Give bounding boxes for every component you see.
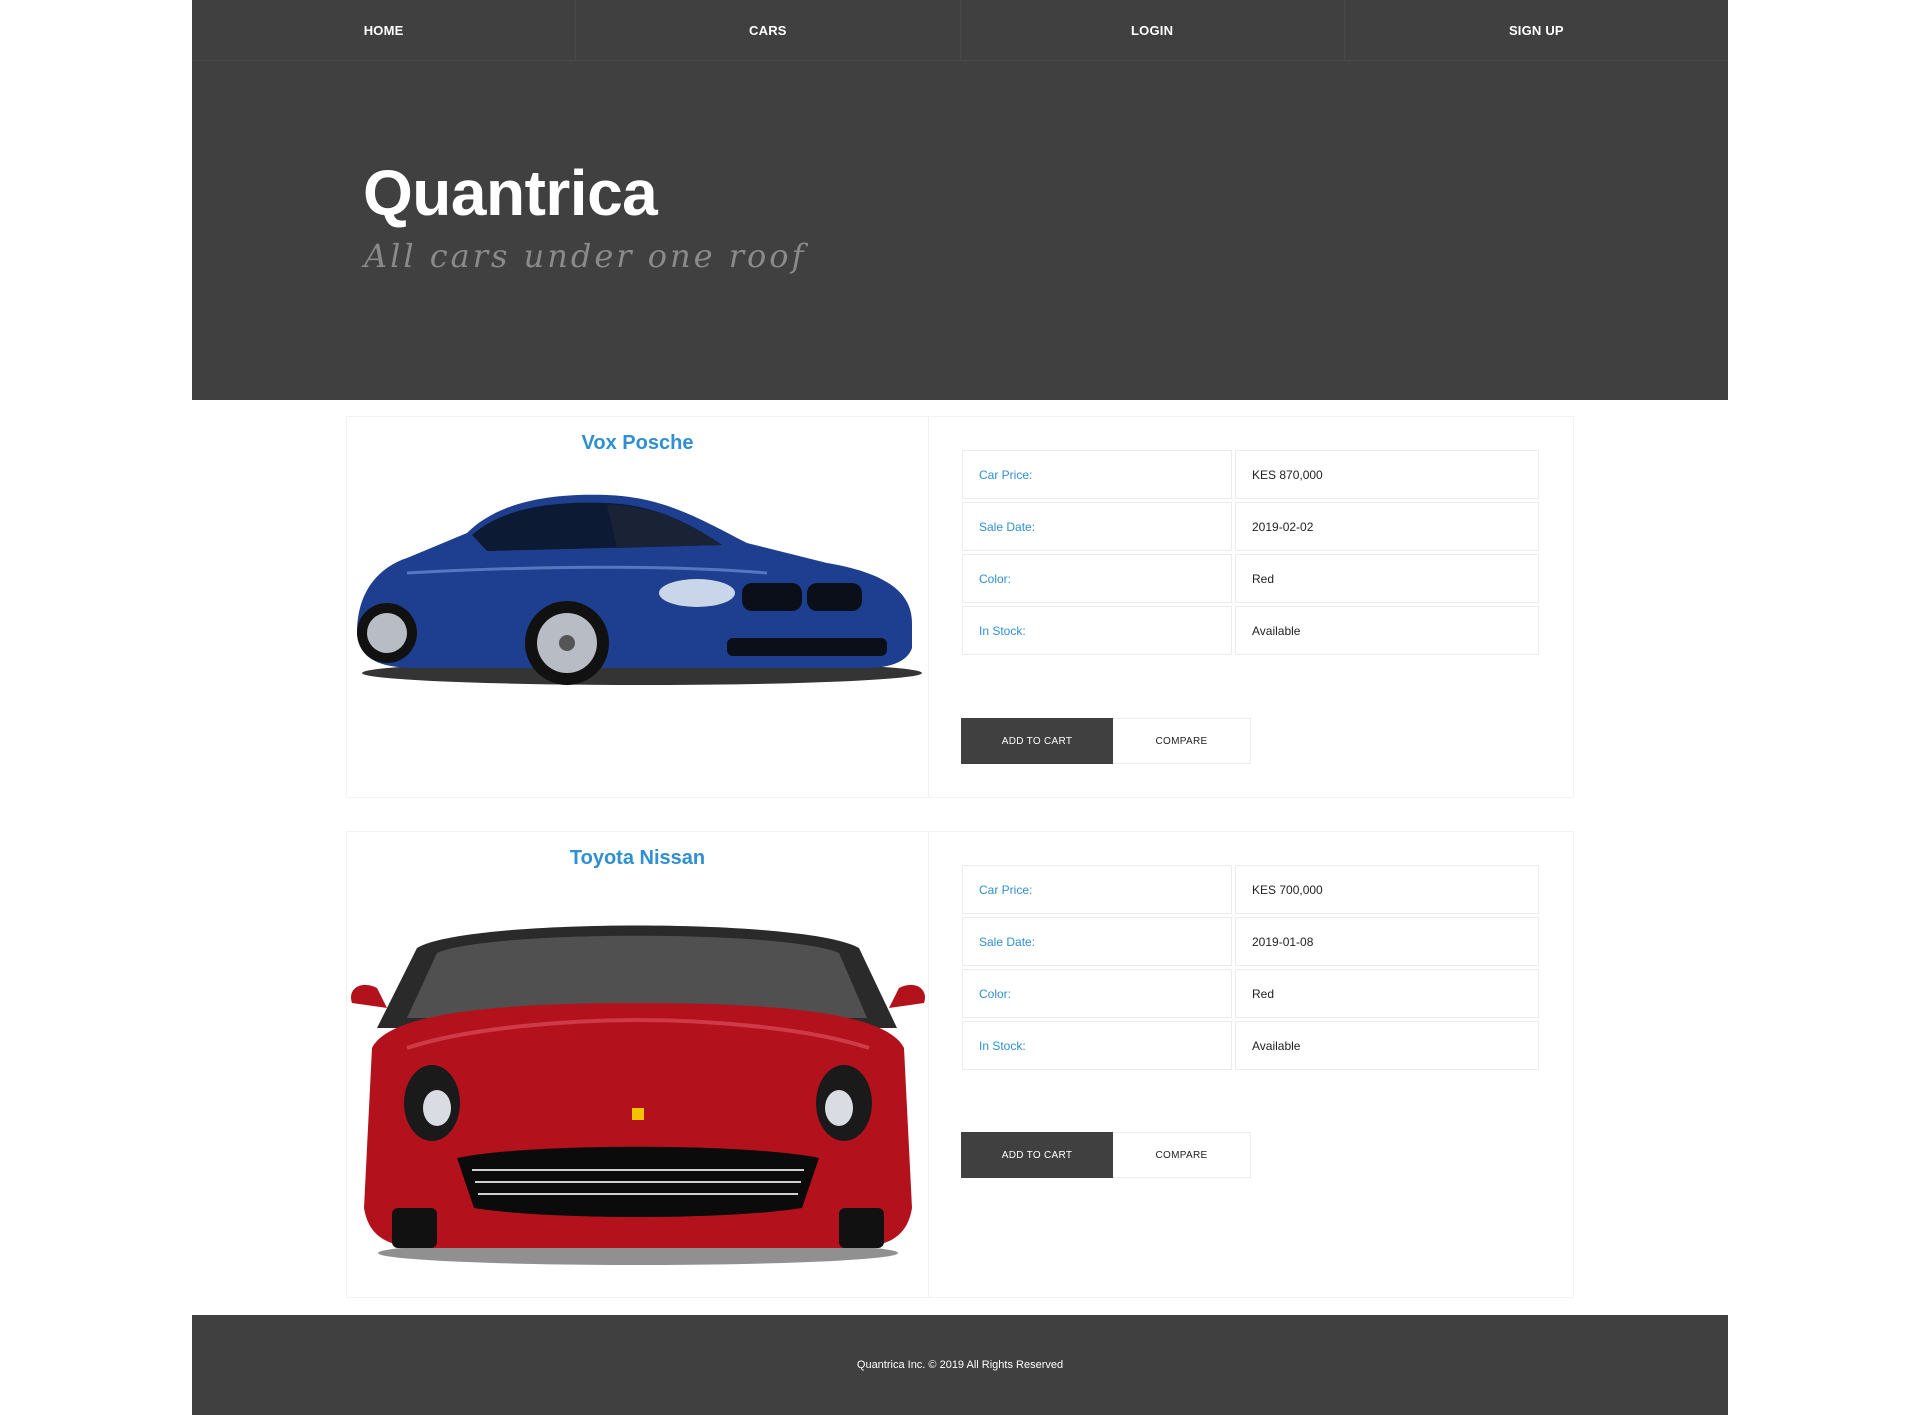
spec-row: Sale Date: 2019-02-02 (962, 502, 1539, 551)
car-card: Toyota Nissan Car Price: KES 700,000 Sal… (346, 831, 1574, 1298)
top-nav: HOME CARS LOGIN SIGN UP (192, 0, 1728, 61)
car-card: Vox Posche Car Price: KES 870,000 Sale D… (346, 416, 1574, 798)
car-details-panel: Car Price: KES 870,000 Sale Date: 2019-0… (929, 417, 1573, 797)
red-convertible-image (351, 925, 925, 1265)
car-image-panel: Vox Posche (347, 417, 929, 797)
spec-label: Color: (962, 969, 1232, 1018)
spec-value: 2019-02-02 (1235, 502, 1539, 551)
spec-table: Car Price: KES 700,000 Sale Date: 2019-0… (962, 865, 1539, 1073)
spec-label: Car Price: (962, 450, 1232, 499)
compare-button[interactable]: COMPARE (1113, 718, 1251, 764)
spec-value: KES 700,000 (1235, 865, 1539, 914)
spec-value: Available (1235, 606, 1539, 655)
nav-home[interactable]: HOME (192, 0, 577, 61)
spec-label: Color: (962, 554, 1232, 603)
spec-value: Red (1235, 554, 1539, 603)
add-to-cart-button[interactable]: ADD TO CART (961, 718, 1113, 764)
spec-row: Car Price: KES 700,000 (962, 865, 1539, 914)
card-actions: ADD TO CART COMPARE (961, 1132, 1251, 1178)
spec-value: 2019-01-08 (1235, 917, 1539, 966)
spec-row: Sale Date: 2019-01-08 (962, 917, 1539, 966)
spec-row: Color: Red (962, 554, 1539, 603)
car-title: Toyota Nissan (569, 847, 706, 869)
spec-label: Car Price: (962, 865, 1232, 914)
car-image-panel: Toyota Nissan (347, 832, 929, 1297)
add-to-cart-button[interactable]: ADD TO CART (961, 1132, 1113, 1178)
spec-row: Color: Red (962, 969, 1539, 1018)
spec-label: Sale Date: (962, 502, 1232, 551)
nav-login[interactable]: LOGIN (960, 0, 1345, 61)
spec-value: Red (1235, 969, 1539, 1018)
spec-label: Sale Date: (962, 917, 1232, 966)
site-tagline: All cars under one roof (364, 237, 807, 275)
spec-value: KES 870,000 (1235, 450, 1539, 499)
spec-table: Car Price: KES 870,000 Sale Date: 2019-0… (962, 450, 1539, 658)
site-title: Quantrica (363, 157, 658, 229)
spec-row: Car Price: KES 870,000 (962, 450, 1539, 499)
nav-cars[interactable]: CARS (576, 0, 961, 61)
blue-coupe-image (357, 494, 922, 685)
card-actions: ADD TO CART COMPARE (961, 718, 1251, 764)
page-wrapper: HOME CARS LOGIN SIGN UP Quantrica All ca… (192, 0, 1728, 1415)
compare-button[interactable]: COMPARE (1113, 1132, 1251, 1178)
spec-row: In Stock: Available (962, 1021, 1539, 1070)
spec-row: In Stock: Available (962, 606, 1539, 655)
spec-value: Available (1235, 1021, 1539, 1070)
hero-banner: Quantrica All cars under one roof (192, 61, 1728, 400)
car-details-panel: Car Price: KES 700,000 Sale Date: 2019-0… (929, 832, 1573, 1297)
car-title: Vox Posche (581, 432, 694, 454)
copyright-text: Quantrica Inc. © 2019 All Rights Reserve… (856, 1359, 1064, 1371)
nav-signup[interactable]: SIGN UP (1344, 0, 1728, 61)
spec-label: In Stock: (962, 606, 1232, 655)
spec-label: In Stock: (962, 1021, 1232, 1070)
site-footer: Quantrica Inc. © 2019 All Rights Reserve… (192, 1315, 1728, 1415)
